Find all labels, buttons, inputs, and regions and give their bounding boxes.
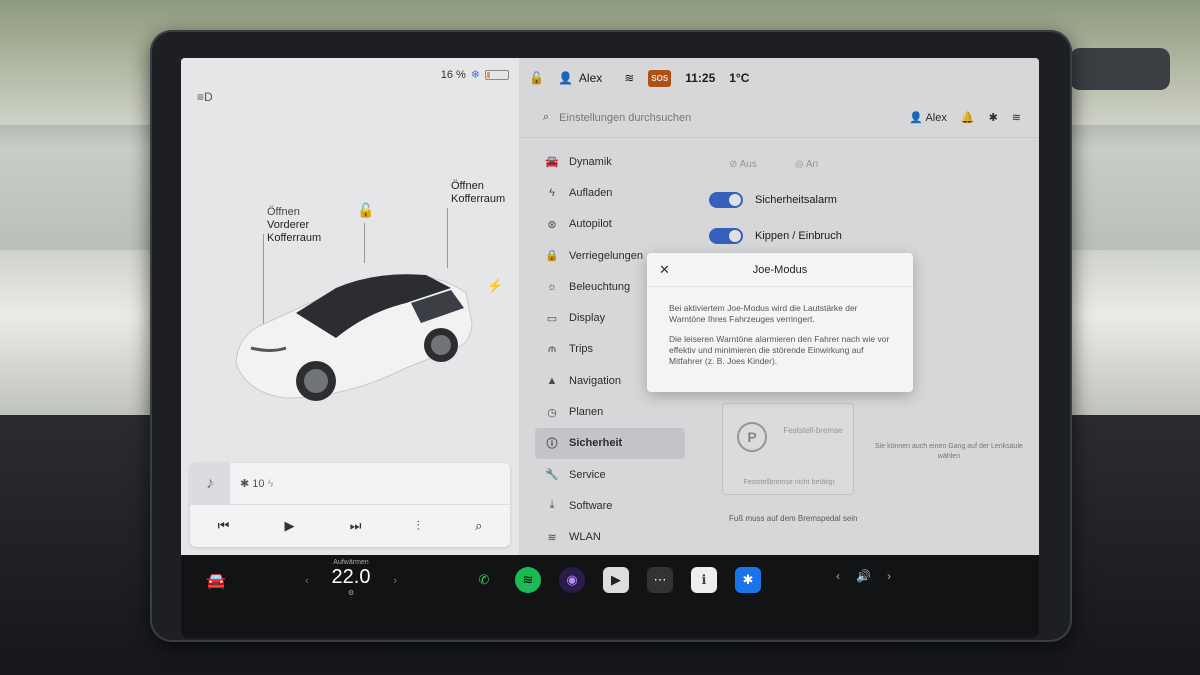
camera-icon[interactable]: ◉	[559, 567, 585, 593]
spotify-icon[interactable]: ≋	[515, 567, 541, 593]
front-trunk-label-1: Vorderer	[267, 219, 310, 231]
media-source-label: 10	[252, 478, 265, 490]
bluetooth-icon[interactable]: ✱	[735, 567, 761, 593]
fan-icon: ⚙	[347, 590, 355, 597]
phone-icon[interactable]: ✆	[471, 567, 497, 593]
theater-icon[interactable]: ▶	[603, 567, 629, 593]
equalizer-icon[interactable]: ⫶	[417, 518, 420, 534]
climate-temperature: 22.0	[331, 566, 371, 588]
rear-trunk-button[interactable]: Öffnen Kofferraum	[451, 180, 505, 206]
more-icon[interactable]: ⋯	[647, 567, 673, 593]
car-image	[235, 274, 473, 401]
dialog-paragraph-2: Die leiseren Warntöne alarmieren den Fah…	[669, 334, 890, 366]
media-controls: ⏮ ▶ ⏭ ⫶ ⌕	[190, 505, 510, 547]
battery-fill	[487, 71, 491, 78]
temp-down-icon[interactable]: ‹	[305, 575, 309, 587]
next-track-icon[interactable]: ⏭	[350, 518, 362, 534]
media-player: ♪ ✱ 10 ϟ ⏮ ▶ ⏭ ⫶ ⌕	[190, 462, 510, 547]
climate-control[interactable]: Aufwärmen 22.0 ⚙ ‹ ›	[305, 559, 397, 597]
dialog-body: Bei aktiviertem Joe-Modus wird die Lauts…	[647, 287, 913, 367]
joe-mode-dialog: ✕ Joe-Modus Bei aktiviertem Joe-Modus wi…	[647, 253, 913, 392]
rear-trunk-action: Öffnen	[451, 180, 484, 192]
battery-icon	[485, 69, 509, 80]
rear-trunk-label: Kofferraum	[451, 193, 506, 205]
lightning-small-icon: ϟ	[267, 478, 274, 490]
close-icon[interactable]: ✕	[659, 262, 670, 278]
charge-port-icon[interactable]: ⚡	[487, 278, 503, 294]
temp-up-icon[interactable]: ›	[393, 575, 397, 587]
search-icon[interactable]: ⌕	[475, 518, 482, 534]
dialog-paragraph-1: Bei aktiviertem Joe-Modus wird die Lauts…	[669, 303, 858, 324]
front-trunk-label-2: Kofferraum	[267, 232, 322, 244]
car-panel: 16 % ❄ ≡D Öffnen Vorderer Kofferraum Öff…	[181, 58, 519, 555]
app-launcher: ✆ ≋ ◉ ▶ ⋯ ℹ ✱	[471, 567, 761, 593]
climate-label: Aufwärmen	[333, 559, 369, 566]
manual-icon[interactable]: ℹ	[691, 567, 717, 593]
snowflake-icon: ❄	[470, 69, 480, 81]
dialog-header: ✕ Joe-Modus	[647, 253, 913, 287]
media-info[interactable]: ♪ ✱ 10 ϟ	[190, 462, 510, 505]
taskbar: 🚘 Aufwärmen 22.0 ⚙ ‹ › ✆ ≋ ◉ ▶ ⋯ ℹ ✱ ‹ 🔊…	[181, 555, 1039, 638]
touchscreen: 16 % ❄ ≡D Öffnen Vorderer Kofferraum Öff…	[181, 58, 1039, 638]
rearview-mirror	[1070, 48, 1170, 90]
dialog-title: Joe-Modus	[752, 263, 808, 276]
front-trunk-button[interactable]: Öffnen Vorderer Kofferraum	[267, 206, 321, 245]
play-icon[interactable]: ▶	[285, 518, 295, 534]
music-note-icon: ♪	[190, 462, 230, 505]
volume-down-icon[interactable]: ‹	[836, 569, 840, 583]
battery-percent: 16 %	[440, 68, 466, 81]
unlock-icon[interactable]: 🔓	[357, 202, 374, 219]
battery-status: 16 % ❄	[441, 68, 509, 81]
volume-up-icon[interactable]: ›	[887, 569, 891, 583]
media-source: ✱ 10 ϟ	[240, 477, 273, 490]
front-trunk-action: Öffnen	[267, 206, 300, 218]
car-menu-icon[interactable]: 🚘	[206, 571, 226, 591]
bluetooth-small-icon: ✱	[240, 478, 250, 490]
volume-control[interactable]: ‹ 🔊 ›	[836, 569, 891, 583]
speaker-icon: 🔊	[856, 569, 871, 583]
previous-track-icon[interactable]: ⏮	[218, 518, 230, 534]
headlight-icon[interactable]: ≡D	[197, 90, 213, 104]
